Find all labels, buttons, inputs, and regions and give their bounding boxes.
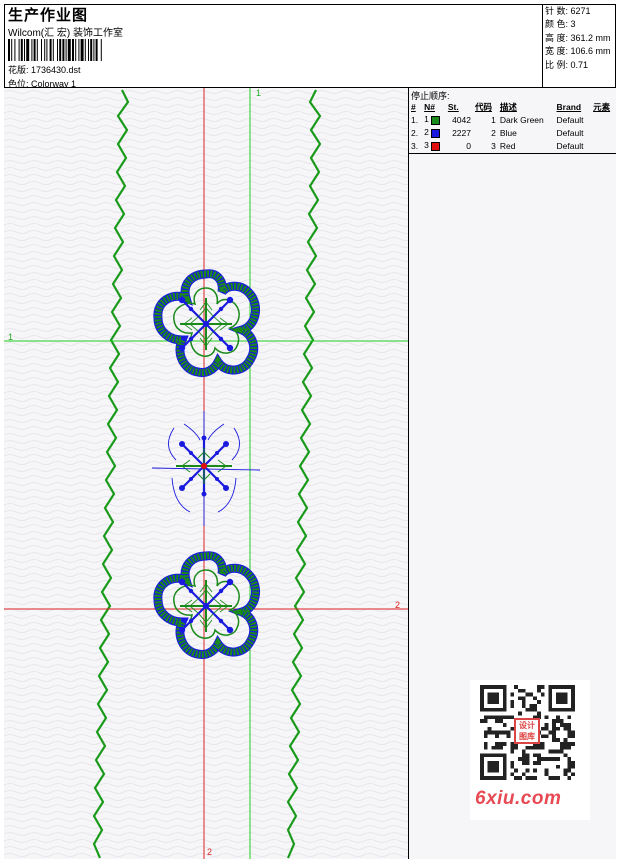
table-divider (409, 153, 616, 154)
axis-label-h1: 1 (8, 332, 14, 342)
stat-colors: 颜 色: 3 (545, 19, 576, 30)
row-code: 3 (491, 140, 496, 151)
watermark-text: 6xiu.com (475, 788, 562, 809)
header-st: St. (447, 101, 459, 112)
row-n: 3 (422, 139, 446, 152)
header-code: 代码 (474, 101, 492, 112)
row-desc: Blue (499, 127, 517, 138)
table-row[interactable]: 2. 2 2227 2 Blue Default (409, 126, 616, 139)
axis-label-v2: 2 (207, 847, 213, 857)
row-idx: 1. (411, 114, 419, 125)
color-swatch (431, 141, 441, 151)
row-idx: 3. (411, 140, 419, 151)
color-swatch (431, 115, 441, 125)
stop-sequence-table: # N# St. 代码 描述 Brand 元素 1. 1 4042 1 Dark… (409, 100, 616, 152)
stat-width: 宽 度: 106.6 mm (545, 46, 611, 57)
row-stitches: 4042 (452, 114, 471, 125)
row-n: 2 (422, 126, 446, 139)
row-code: 2 (491, 127, 496, 138)
color-swatch (431, 128, 441, 138)
row-n: 1 (422, 113, 446, 126)
row-stitches: 0 (466, 140, 471, 151)
row-desc: Red (499, 140, 516, 151)
row-brand: Default (556, 127, 584, 138)
watermark: 设计 图库 6xiu.com (470, 680, 590, 820)
design-preview-canvas[interactable]: 1 1 2 2 (4, 88, 409, 859)
barcode (8, 39, 102, 61)
row-element (591, 113, 616, 126)
header-brand: Brand (556, 101, 582, 112)
design-file-label: 花版: 1736430.dst (8, 65, 81, 75)
page-title: 生产作业图 (8, 7, 89, 24)
table-row[interactable]: 3. 3 0 3 Red Default (409, 139, 616, 152)
header-idx: # (411, 101, 416, 112)
row-stitches: 2227 (452, 127, 471, 138)
header-desc: 描述 (499, 101, 517, 112)
axis-label-h2: 2 (395, 600, 401, 610)
stats-panel: 针 数: 6271 颜 色: 3 高 度: 361.2 mm 宽 度: 106.… (542, 4, 616, 88)
embroidery-preview (4, 88, 408, 859)
row-desc: Dark Green (499, 114, 544, 125)
stat-scale: 比 例: 0.71 (545, 59, 589, 70)
header-element: 元素 (593, 101, 611, 112)
row-element (591, 139, 616, 152)
header-n: N# (424, 101, 435, 112)
seal-stamp: 设计 图库 (514, 718, 540, 744)
stat-stitches: 针 数: 6271 (545, 6, 591, 16)
company-name: Wilcom(汇 宏) 装饰工作室 (8, 28, 123, 39)
table-row[interactable]: 1. 1 4042 1 Dark Green Default (409, 113, 616, 126)
table-header-row: # N# St. 代码 描述 Brand 元素 (409, 100, 616, 113)
header: 生产作业图 Wilcom(汇 宏) 装饰工作室 花版: 1736430.dst … (4, 4, 616, 89)
row-brand: Default (556, 114, 584, 125)
row-idx: 2. (411, 127, 419, 138)
row-element (591, 126, 616, 139)
row-brand: Default (556, 140, 584, 151)
axis-label-v1: 1 (256, 88, 262, 98)
row-code: 1 (491, 114, 496, 125)
stat-height: 高 度: 361.2 mm (545, 32, 611, 43)
